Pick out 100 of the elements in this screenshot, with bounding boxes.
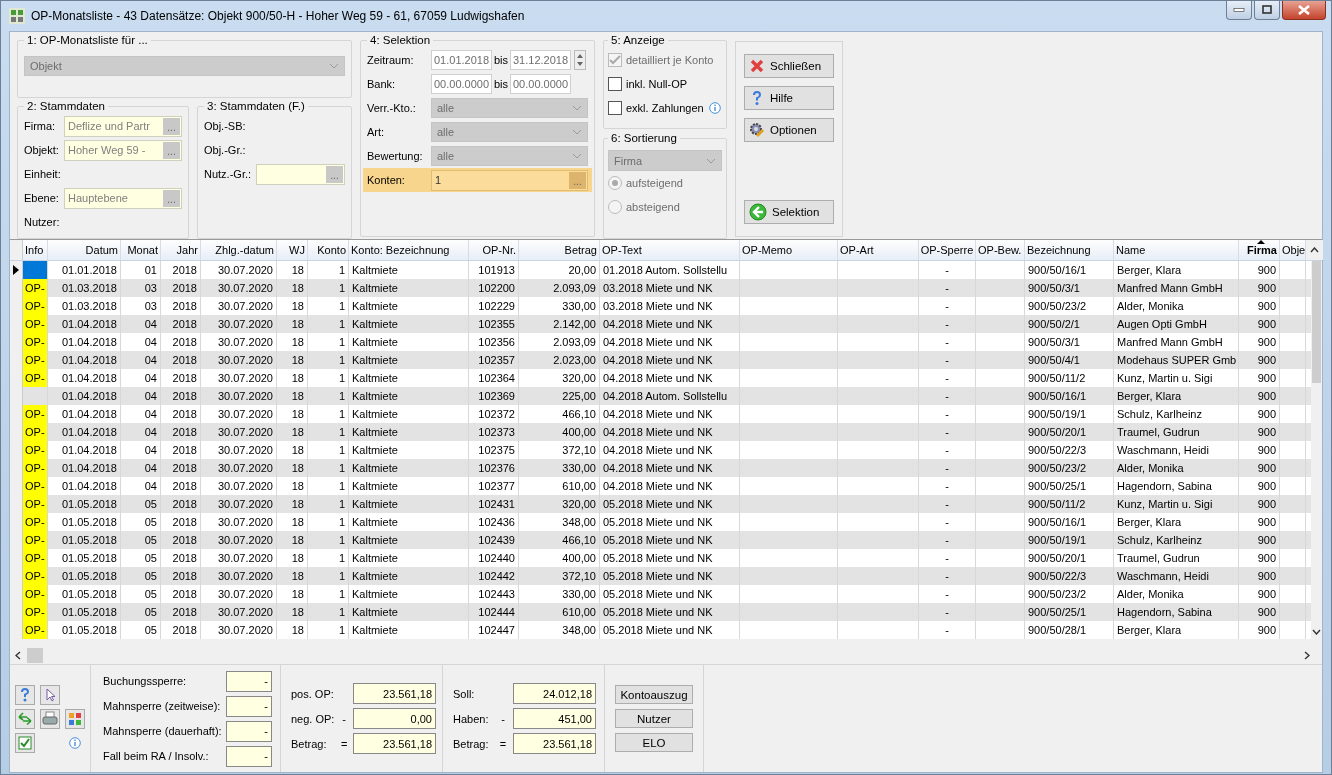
scroll-left-icon[interactable] (15, 651, 21, 660)
field-label: pos. OP: (291, 687, 335, 700)
table-cell: Berger, Klara (1114, 621, 1239, 639)
group-title: 6: Sortierung (610, 132, 678, 144)
lookup-field[interactable]: 1 ... (431, 169, 588, 191)
current-row-icon (13, 265, 19, 275)
column-header[interactable]: Zhlg.-datum (201, 240, 277, 260)
table-cell: Kaltmiete (349, 621, 469, 639)
refresh-icon[interactable] (15, 709, 35, 729)
column-header[interactable]: Firma (1239, 240, 1280, 260)
info-cell: OP- (23, 477, 48, 495)
footer-button[interactable]: Kontoauszug (615, 685, 693, 704)
column-header[interactable]: Datum (48, 240, 121, 260)
chevron-down-icon (329, 63, 339, 69)
printer-icon[interactable] (40, 709, 60, 729)
cursor-icon[interactable] (40, 685, 60, 705)
action-button[interactable]: Schließen (744, 54, 834, 78)
info-cell: OP- (23, 297, 48, 315)
lookup-field[interactable]: Deflize und Partr ... (64, 115, 182, 137)
column-header[interactable]: Jahr (161, 240, 201, 260)
checkbox[interactable] (608, 101, 622, 115)
date-field[interactable]: 00.00.0000 (431, 74, 492, 94)
field-label: Nutz.-Gr.: (204, 168, 253, 180)
info-cell: OP- (23, 621, 48, 639)
action-button[interactable]: Optionen (744, 118, 834, 142)
column-header[interactable]: Name (1114, 240, 1239, 260)
column-header[interactable]: OP-Art (838, 240, 919, 260)
column-header[interactable]: Konto (308, 240, 349, 260)
field-label: Soll: (453, 687, 476, 700)
lookup-field[interactable]: Hoher Weg 59 - ... (64, 139, 182, 161)
help-icon[interactable] (15, 685, 35, 705)
column-header[interactable]: Betrag (519, 240, 600, 260)
info-icon[interactable] (69, 737, 81, 749)
spinner-icon[interactable] (574, 50, 586, 70)
scroll-thumb[interactable] (27, 648, 43, 663)
column-header[interactable]: Monat (121, 240, 161, 260)
info-icon[interactable] (708, 102, 721, 114)
window-title: OP-Monatsliste - 43 Datensätze: Objekt 900/50-H - Hoher Weg 59 - 61, 67059 Ludwigshafen (31, 9, 525, 23)
field-label: Fall beim RA / Insolv.: (103, 750, 209, 762)
field-label: neg. OP: (291, 712, 336, 725)
info-cell: OP- (23, 585, 48, 603)
grid-icon[interactable] (65, 709, 85, 729)
info-cell: OP- (23, 549, 48, 567)
column-header[interactable]: OP-Bew. (976, 240, 1025, 260)
date-field[interactable]: 01.01.2018 (431, 50, 492, 70)
lookup-field[interactable]: ... (256, 163, 345, 185)
lookup-field[interactable]: Hauptebene ... (64, 187, 182, 209)
operator-sign: = (340, 737, 348, 750)
table-cell: 1 (308, 621, 349, 639)
action-button[interactable]: Hilfe (744, 86, 834, 110)
column-header[interactable]: OP-Memo (740, 240, 838, 260)
column-header[interactable]: Info (23, 240, 48, 260)
date-field[interactable]: 00.00.0000 (510, 74, 571, 94)
column-header[interactable]: OP-Text (600, 240, 740, 260)
table-cell: 900 (1239, 621, 1280, 639)
table-cell: 18 (277, 621, 308, 639)
info-cell: OP- (23, 405, 48, 423)
gear-icon (749, 122, 765, 138)
column-header[interactable]: WJ (277, 240, 308, 260)
scroll-right-icon[interactable] (1304, 651, 1310, 660)
checkbox-icon[interactable] (15, 733, 35, 753)
footer-button[interactable]: Nutzer (615, 709, 693, 728)
minimize-button[interactable] (1226, 1, 1252, 20)
value-field: 23.561,18 (513, 733, 596, 754)
info-cell: OP- (23, 315, 48, 333)
close-button[interactable] (1282, 1, 1326, 20)
maximize-icon (1261, 5, 1273, 15)
info-cell: OP- (23, 495, 48, 513)
date-field[interactable]: 31.12.2018 (510, 50, 571, 70)
info-cell: OP- (23, 531, 48, 549)
chevron-down-icon (706, 157, 716, 164)
table-cell: 05.2018 Miete und NK (600, 621, 740, 639)
operator-sign: - (342, 712, 346, 725)
group-title: 2: Stammdaten (26, 100, 106, 112)
maximize-button[interactable] (1254, 1, 1280, 20)
field-label: Bank: (367, 78, 397, 90)
scroll-down-icon[interactable] (1312, 629, 1321, 635)
field-label: bis (492, 54, 510, 66)
footer-button[interactable]: ELO (615, 733, 693, 752)
action-button[interactable]: Selektion (744, 200, 834, 224)
field-label: Verr.-Kto.: (367, 102, 417, 114)
operator-sign: = (499, 737, 507, 750)
scroll-up-icon[interactable] (1310, 247, 1319, 253)
checkbox-label: detailliert je Konto (626, 54, 714, 66)
chevron-down-icon (572, 129, 582, 135)
table-cell: 102447 (469, 621, 519, 639)
column-header[interactable]: OP-Sperre (919, 240, 976, 260)
table-cell: 2018 (161, 621, 201, 639)
checkbox[interactable] (608, 77, 622, 91)
field-label: Bewertung: (367, 150, 424, 162)
sort-icon (1257, 240, 1265, 244)
field-label: bis (492, 78, 510, 90)
info-cell: OP- (23, 603, 48, 621)
column-header[interactable]: Konto: Bezeichnung (349, 240, 469, 260)
field-label: Mahnsperre (dauerhaft): (103, 725, 222, 737)
table-cell: 05 (121, 621, 161, 639)
column-header[interactable]: Bezeichnung (1025, 240, 1114, 260)
column-header[interactable]: OP-Nr. (469, 240, 519, 260)
scroll-thumb[interactable] (1312, 261, 1321, 383)
radio-label: aufsteigend (626, 177, 683, 189)
